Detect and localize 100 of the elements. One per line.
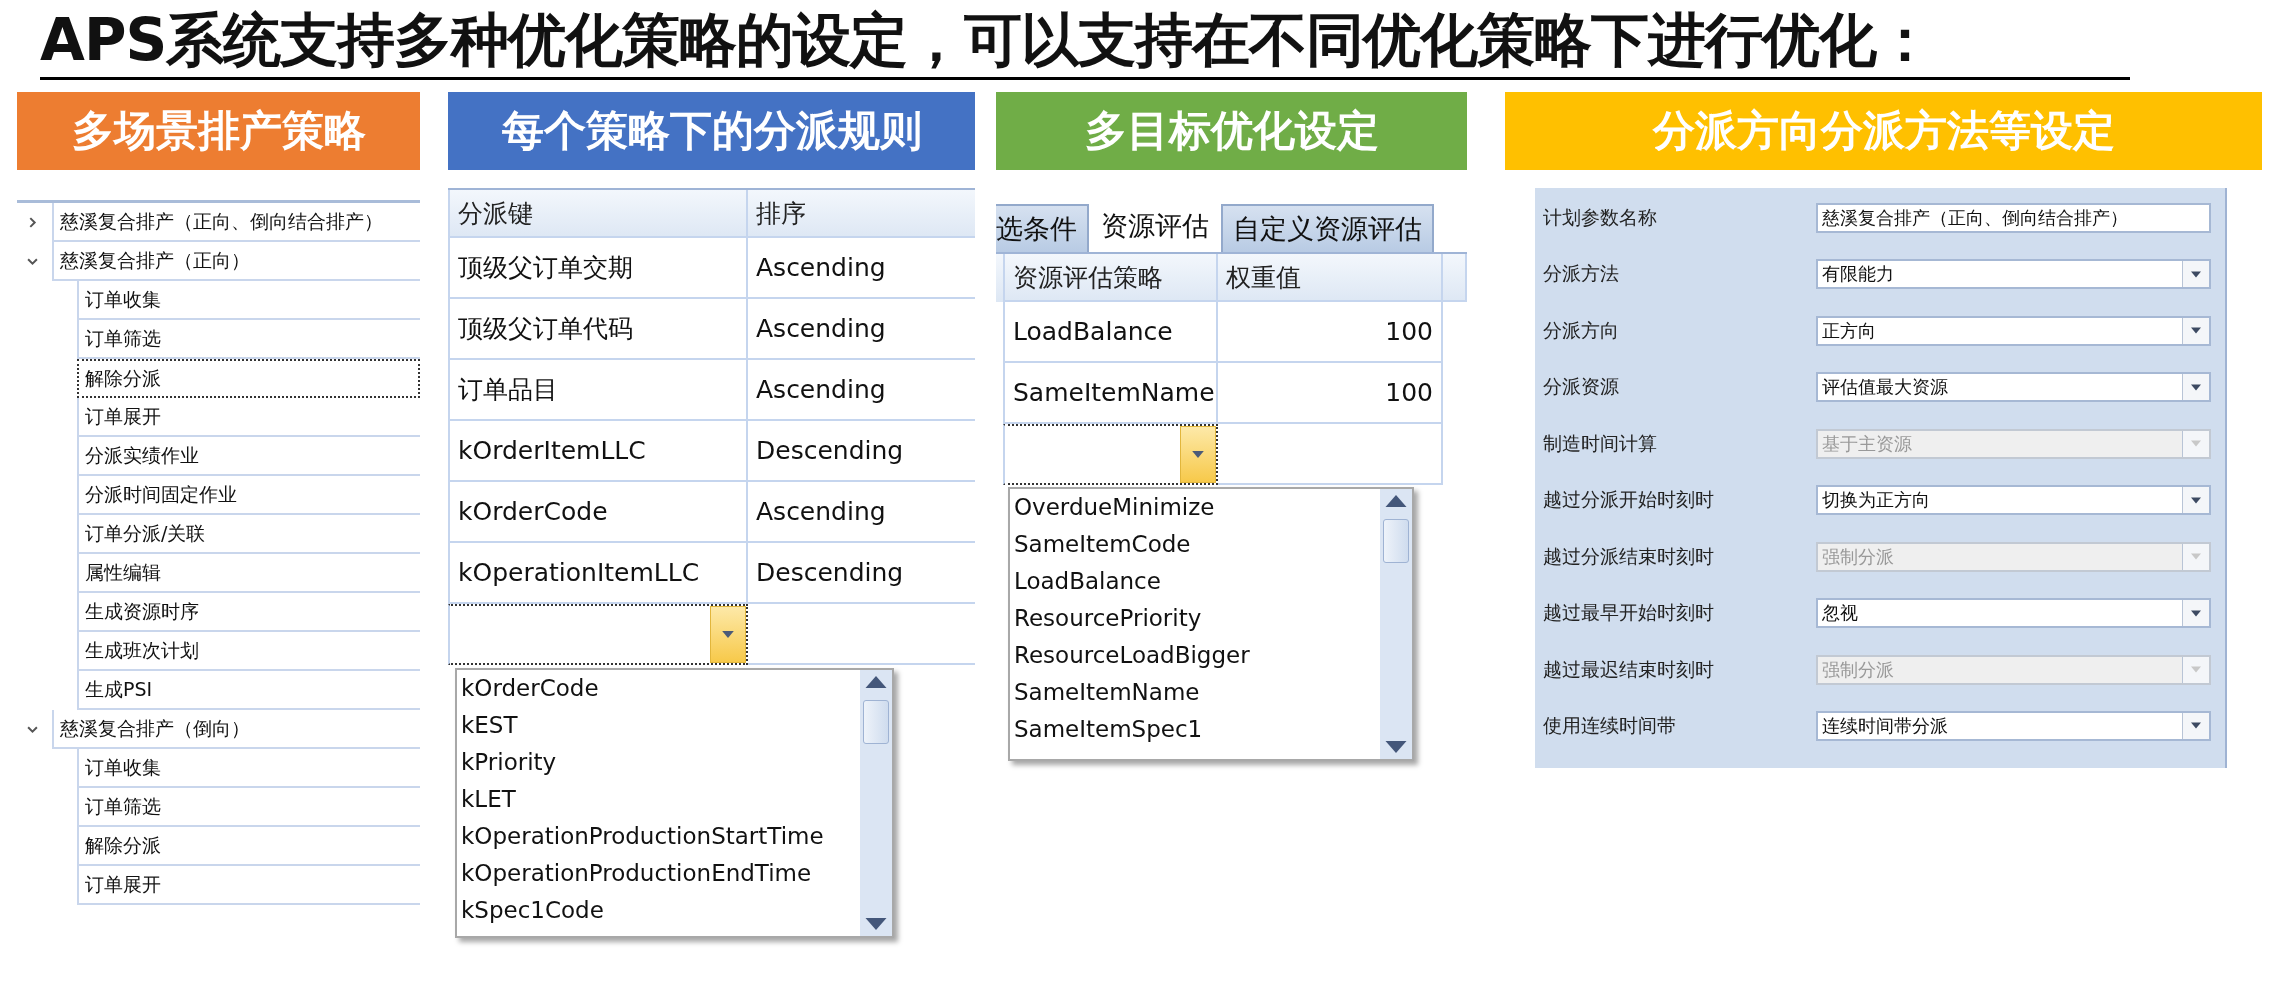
tab[interactable]: 自定义资源评估 — [1221, 204, 1434, 252]
tree-item[interactable]: 订单筛选 — [77, 320, 420, 359]
table-cell: kOrderCode — [448, 482, 748, 543]
scroll-up-icon[interactable] — [1385, 495, 1407, 507]
table-cell: Ascending — [748, 299, 975, 360]
dropdown-option[interactable]: LoadBalance — [1014, 563, 1376, 600]
field-label: 制造时间计算 — [1543, 430, 1657, 456]
scrollbar[interactable] — [1380, 489, 1412, 759]
table-cell: LoadBalance — [1003, 302, 1218, 363]
field-label: 计划参数名称 — [1543, 205, 1657, 230]
table-cell: kOrderItemLLC — [448, 421, 748, 482]
column-header[interactable]: 权重值 — [1218, 254, 1443, 302]
table-cell: 100 — [1218, 302, 1443, 363]
tree-item[interactable]: 生成资源时序 — [77, 593, 420, 632]
scroll-down-icon[interactable] — [865, 918, 887, 930]
tree-item[interactable]: 慈溪复合排产（正向） — [52, 242, 420, 281]
dropdown-field[interactable]: 忽视 — [1816, 598, 2211, 629]
section-heading: 每个策略下的分派规则 — [448, 92, 975, 170]
tree-item[interactable]: 属性编辑 — [77, 554, 420, 593]
dropdown-option[interactable]: kLET — [461, 781, 856, 818]
table-cell: Descending — [748, 543, 975, 604]
dropdown-option[interactable]: kPriority — [461, 744, 856, 781]
caret-icon — [2191, 722, 2201, 730]
tree-item[interactable]: 慈溪复合排产（倒向） — [52, 710, 420, 749]
dropdown-option[interactable]: kSpec1Code — [461, 892, 856, 929]
dropdown-option[interactable]: SameItemName — [1014, 674, 1376, 711]
dropdown-option[interactable]: OverdueMinimize — [1014, 489, 1376, 526]
table-cell: 顶级父订单交期 — [448, 238, 748, 299]
caret-icon — [2191, 609, 2201, 617]
chevron-down-icon[interactable] — [27, 256, 38, 267]
tree-item[interactable]: 解除分派 — [77, 359, 420, 398]
caret-icon — [2191, 440, 2201, 448]
dropdown-field[interactable]: 有限能力 — [1816, 259, 2211, 290]
field-label: 分派方向 — [1543, 317, 1619, 343]
chevron-down-icon[interactable] — [27, 724, 38, 735]
dropdown-option[interactable]: ResourcePriority — [1014, 600, 1376, 637]
caret-icon — [2191, 666, 2201, 673]
field-label: 分派资源 — [1543, 374, 1619, 400]
dropdown-option[interactable]: kOrderCode — [461, 670, 856, 707]
caret-icon — [2191, 270, 2201, 278]
dropdown-field[interactable] — [1003, 424, 1218, 485]
dropdown-field[interactable] — [448, 604, 748, 665]
text-field[interactable]: 慈溪复合排产（正向、倒向结合排产） — [1816, 203, 2211, 233]
section-heading: 分派方向分派方法等设定 — [1505, 92, 2262, 170]
field-label: 越过最早开始时刻时 — [1543, 600, 1714, 626]
table-cell: 顶级父订单代码 — [448, 299, 748, 360]
tree-item[interactable]: 订单收集 — [77, 749, 420, 788]
table-cell: Ascending — [748, 238, 975, 299]
dropdown-option[interactable]: kEST — [461, 707, 856, 744]
table-cell: 100 — [1218, 363, 1443, 424]
chevron-right-icon[interactable] — [27, 217, 38, 228]
dropdown-option[interactable]: ResourceLoadBigger — [1014, 637, 1376, 674]
table-cell: SameItemName — [1003, 363, 1218, 424]
tree-item[interactable]: 订单展开 — [77, 866, 420, 905]
scroll-down-icon[interactable] — [1385, 741, 1407, 753]
scroll-thumb[interactable] — [1383, 519, 1409, 563]
section-heading: 多目标优化设定 — [996, 92, 1467, 170]
field-label: 越过分派开始时刻时 — [1543, 487, 1714, 513]
caret-icon — [2191, 553, 2201, 561]
tree-item[interactable]: 订单收集 — [77, 281, 420, 320]
dropdown-field[interactable]: 连续时间带分派 — [1816, 710, 2211, 741]
tree-item[interactable]: 订单筛选 — [77, 788, 420, 827]
table-cell: kOperationItemLLC — [448, 543, 748, 604]
dropdown-option[interactable]: SameItemCode — [1014, 526, 1376, 563]
slide-title: APS系统支持多种优化策略的设定，可以支持在不同优化策略下进行优化： — [40, 0, 2130, 80]
table-cell: Ascending — [748, 360, 975, 421]
field-label: 分派方法 — [1543, 261, 1619, 287]
caret-icon — [2191, 327, 2201, 335]
dropdown-option[interactable]: kOperationProductionStartTime — [461, 818, 856, 855]
tree-item[interactable]: 生成PSI — [77, 671, 420, 710]
scroll-up-icon[interactable] — [865, 676, 887, 688]
table-cell: Descending — [748, 421, 975, 482]
tree-item[interactable]: 订单展开 — [77, 398, 420, 437]
tab[interactable]: 选条件 — [996, 204, 1089, 252]
dropdown-option[interactable]: SameItemSpec1 — [1014, 711, 1376, 748]
table-cell: Ascending — [748, 482, 975, 543]
dropdown-option[interactable]: kOperationProductionEndTime — [461, 855, 856, 892]
table-cell: 订单品目 — [448, 360, 748, 421]
scroll-thumb[interactable] — [863, 700, 889, 744]
caret-icon — [1192, 451, 1204, 458]
dropdown-field[interactable]: 切换为正方向 — [1816, 485, 2211, 516]
dropdown-field[interactable]: 评估值最大资源 — [1816, 372, 2211, 403]
tree-item[interactable]: 解除分派 — [77, 827, 420, 866]
caret-icon — [722, 631, 734, 638]
scrollbar[interactable] — [860, 670, 892, 936]
field-label: 越过分派结束时刻时 — [1543, 543, 1714, 569]
column-header[interactable]: 分派键 — [448, 190, 748, 238]
tree-item[interactable]: 生成班次计划 — [77, 632, 420, 671]
tree-item[interactable]: 慈溪复合排产（正向、倒向结合排产） — [52, 203, 420, 242]
column-header[interactable]: 排序 — [748, 190, 975, 238]
field-label: 使用连续时间带 — [1543, 712, 1676, 738]
section-heading: 多场景排产策略 — [17, 92, 420, 170]
field-label: 越过最迟结束时刻时 — [1543, 656, 1714, 682]
column-header[interactable]: 资源评估策略 — [1003, 254, 1218, 302]
caret-icon — [2191, 383, 2201, 391]
dropdown-field[interactable]: 正方向 — [1816, 315, 2211, 346]
tree-item[interactable]: 分派实绩作业 — [77, 437, 420, 476]
tree-item[interactable]: 订单分派/关联 — [77, 515, 420, 554]
tree-item[interactable]: 分派时间固定作业 — [77, 476, 420, 515]
caret-icon — [2191, 496, 2201, 504]
